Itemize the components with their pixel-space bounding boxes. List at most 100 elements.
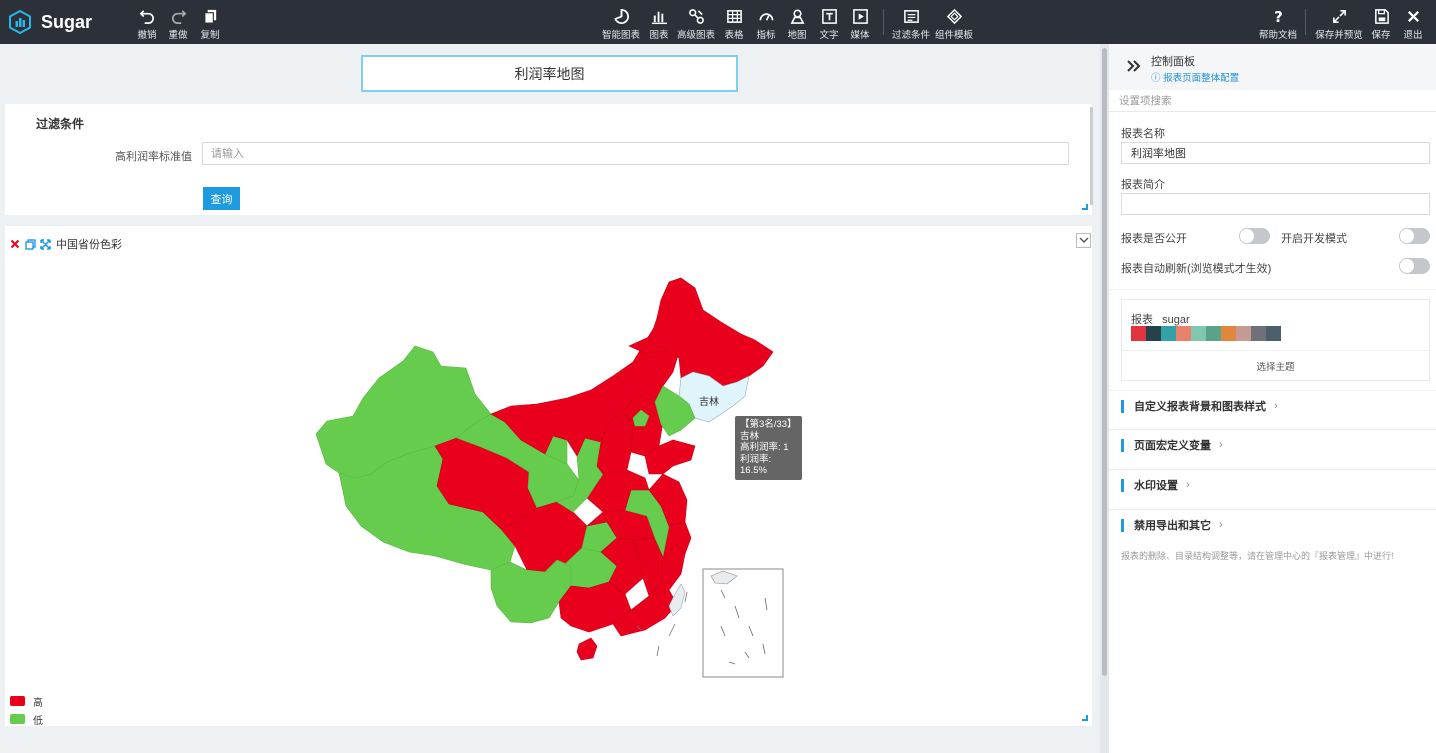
theme-swatch-5 [1191,326,1206,341]
legend-swatch-high [10,696,25,706]
map-pin-icon [790,9,804,24]
map-card-resize-handle[interactable] [1082,715,1088,721]
select-theme-button[interactable]: 选择主题 [1122,359,1429,373]
delete-component-icon[interactable] [9,238,21,250]
auto-refresh-label: 报表自动刷新(浏览模式才生效) [1121,263,1272,275]
map-hover-label: 吉林 [699,395,719,408]
section-label: 页面宏定义变量 [1134,440,1211,452]
divider [1109,429,1436,430]
theme-swatch-10 [1266,326,1281,341]
map-tooltip: 【第3名/33】 吉林 高利润率: 1 利润率: 16.5% [735,416,802,480]
smart-chart-icon [613,9,629,24]
help-docs-button[interactable]: ? 帮助文档 [1258,8,1298,41]
double-chevron-right-icon[interactable] [1125,57,1143,75]
report-management-note: 报表的删除、目录结构调整等，请在管理中心的『报表管理』中进行! [1121,551,1394,561]
legend-item-high[interactable]: 高 [10,692,43,710]
filter-card: 过滤条件 高利润率标准值 查询 [5,104,1093,215]
south-china-sea-inset [702,568,784,678]
dev-mode-label: 开启开发模式 [1281,233,1347,245]
filter-condition-label: 过滤条件 [891,30,930,41]
divider [1109,509,1436,510]
advanced-chart-icon [688,9,704,24]
close-icon [1407,10,1419,23]
control-panel-header: 控制面板 ⓘ 报表页面整体配置 [1109,44,1436,90]
filter-card-scrollbar[interactable] [1090,107,1093,205]
theme-swatch-8 [1236,326,1251,341]
save-icon [1374,9,1389,24]
auto-refresh-toggle[interactable] [1399,258,1430,274]
redo-icon [171,10,186,24]
theme-name: 报表 sugar [1131,311,1190,327]
divider [1109,469,1436,470]
filter-condition-button[interactable]: 过滤条件 [891,8,931,41]
media-icon [852,9,868,24]
report-name-input[interactable] [1121,142,1430,164]
duplicate-component-icon[interactable] [24,238,36,250]
save-preview-button[interactable]: 保存并预览 [1315,8,1363,41]
filter-card-resize-handle[interactable] [1082,204,1088,210]
tooltip-rank: 【第3名/33】 [740,419,797,430]
component-menu-dropdown[interactable] [1076,233,1091,248]
page-config-label: 报表页面整体配置 [1163,73,1240,84]
section-marker [1121,478,1124,492]
theme-divider [1122,350,1429,351]
theme-name-label: 报表 [1131,314,1153,326]
high-profit-standard-input[interactable] [202,142,1069,165]
exit-button[interactable]: 退出 [1393,8,1433,41]
legend-label-high: 高 [33,697,43,709]
legend-item-low[interactable]: 低 [10,710,43,728]
map-card-header: 中国省份色彩 [9,236,122,252]
advanced-chart-label: 高级图表 [676,30,715,41]
chevron-right-icon: › [1186,479,1190,491]
section-page-macros[interactable]: 页面宏定义变量 › [1121,437,1421,453]
query-button[interactable]: 查询 [203,187,240,210]
smart-chart-label: 智能图表 [601,30,640,41]
report-title[interactable]: 利润率地图 [361,55,738,92]
region-hainan[interactable] [576,637,598,661]
public-toggle-label: 报表是否公开 [1121,233,1187,245]
media-button[interactable]: 媒体 [840,8,880,41]
section-label: 自定义报表背景和图表样式 [1134,401,1266,413]
report-name-label: 报表名称 [1121,128,1165,140]
control-panel: 控制面板 ⓘ 报表页面整体配置 报表名称 报表简介 报表是否公开 开启开发模式 … [1108,44,1436,753]
divider [1109,289,1436,290]
smart-chart-button[interactable]: 智能图表 [601,8,641,41]
redo-label: 重做 [168,30,188,41]
undo-icon [139,10,154,24]
copy-button[interactable]: 复制 [190,8,230,41]
section-background-style[interactable]: 自定义报表背景和图表样式 › [1121,398,1421,414]
report-desc-input[interactable] [1121,193,1430,215]
canvas-scrollbar-thumb[interactable] [1102,48,1107,676]
theme-color-swatches [1131,326,1281,341]
chevron-right-icon: › [1274,400,1278,412]
text-icon [821,9,837,24]
page-config-link[interactable]: ⓘ 报表页面整体配置 [1151,70,1239,84]
map-label: 地图 [787,30,807,41]
brand[interactable]: Sugar [8,8,92,36]
tooltip-province: 吉林 [740,430,760,442]
control-panel-title: 控制面板 [1151,56,1195,68]
theme-swatch-1 [1131,326,1146,341]
theme-swatch-6 [1206,326,1221,341]
chart-button[interactable]: 图表 [639,8,679,41]
map-component-name: 中国省份色彩 [56,239,122,251]
undo-label: 撤销 [137,30,157,41]
filter-field-label: 高利润率标准值 [115,151,192,163]
section-disable-export[interactable]: 禁用导出和其它 › [1121,517,1421,533]
map-legend: 高 低 [10,692,43,728]
component-template-button[interactable]: 组件模板 [934,8,974,41]
chart-label: 图表 [649,30,669,41]
text-label: 文字 [819,30,839,41]
public-toggle[interactable] [1239,228,1270,244]
section-watermark[interactable]: 水印设置 › [1121,477,1421,493]
legend-swatch-low [10,714,25,724]
fullscreen-component-icon[interactable] [39,238,51,250]
settings-search-input[interactable] [1109,90,1436,112]
sugar-logo-icon [9,10,31,34]
china-map: 吉林 [315,277,784,678]
report-canvas: 利润率地图 过滤条件 高利润率标准值 查询 [0,44,1100,753]
advanced-chart-button[interactable]: 高级图表 [676,8,716,41]
table-icon [726,10,742,23]
theme-swatch-9 [1251,326,1266,341]
dev-mode-toggle[interactable] [1399,228,1430,244]
